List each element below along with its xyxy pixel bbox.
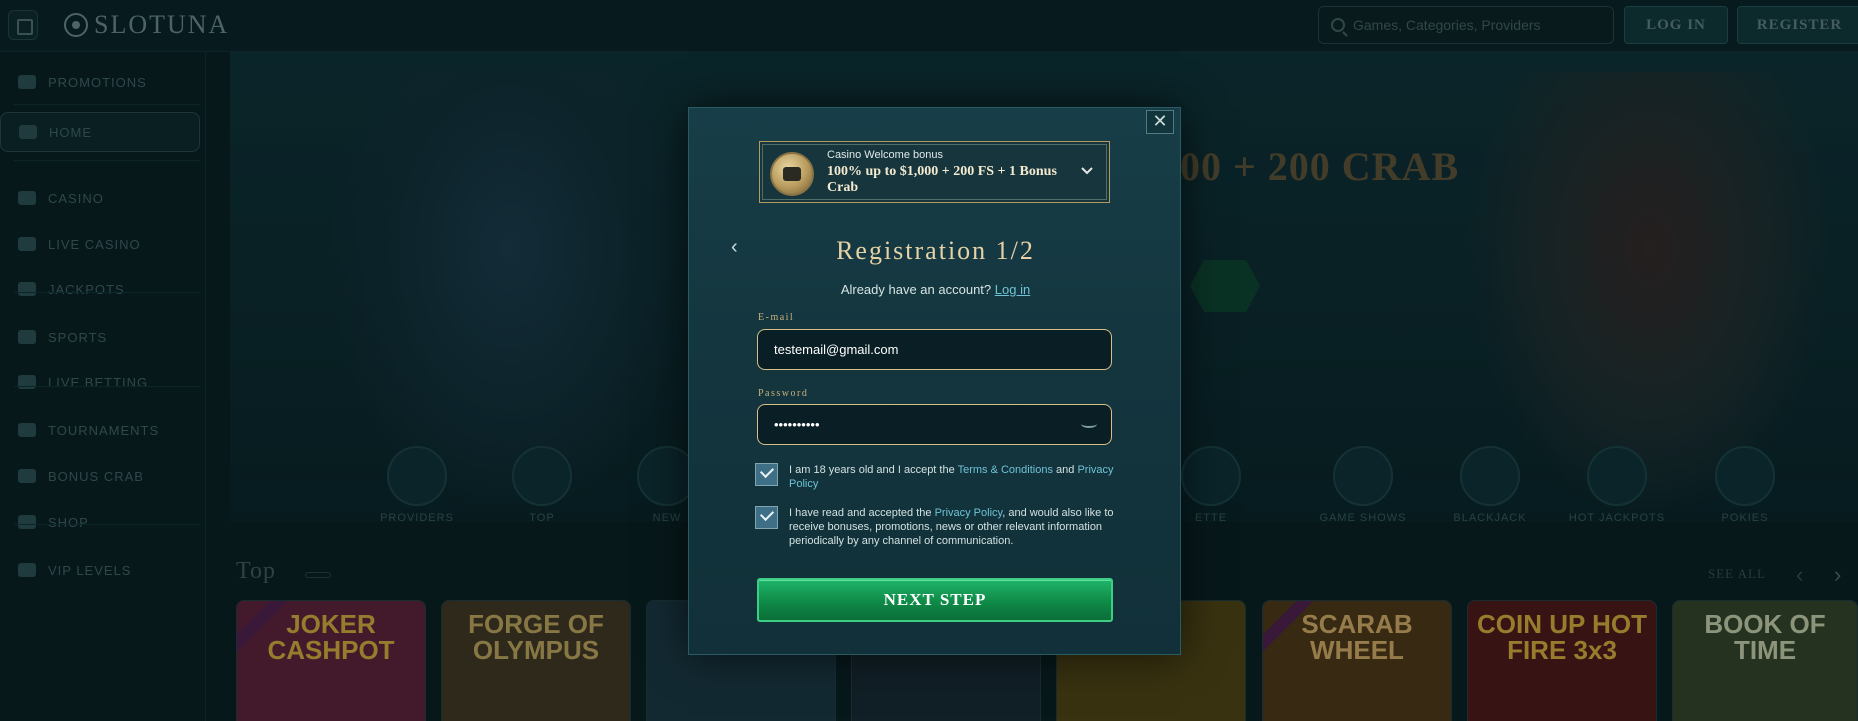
age-terms-text: I am 18 years old and I accept the Terms…: [789, 463, 1119, 491]
consent-text: and: [1056, 464, 1075, 476]
bonus-text: 100% up to $1,000 + 200 FS + 1 Bonus Cra…: [827, 164, 1057, 195]
bonus-selector[interactable]: Casino Welcome bonus 100% up to $1,000 +…: [759, 141, 1110, 203]
chevron-down-icon[interactable]: [1080, 164, 1094, 178]
email-label: E-mail: [758, 312, 795, 323]
password-label: Password: [758, 388, 809, 399]
marketing-consent-text: I have read and accepted the Privacy Pol…: [789, 506, 1119, 548]
consent-text: I have read and accepted the: [789, 507, 932, 519]
email-field[interactable]: testemail@gmail.com: [757, 329, 1112, 370]
next-step-button[interactable]: NEXT STEP: [757, 578, 1113, 622]
password-field[interactable]: ••••••••••: [757, 404, 1112, 445]
consent-text: I am 18 years old and I accept the: [789, 464, 955, 476]
bonus-label: Casino Welcome bonus: [827, 149, 943, 161]
terms-link[interactable]: Terms & Conditions: [958, 464, 1053, 476]
close-icon[interactable]: ✕: [1146, 110, 1174, 134]
password-value: ••••••••••: [774, 417, 820, 432]
eye-closed-icon[interactable]: [1081, 420, 1097, 428]
registration-modal: ✕ Casino Welcome bonus 100% up to $1,000…: [688, 107, 1181, 655]
login-link[interactable]: Log in: [995, 282, 1030, 297]
have-account-row: Already have an account? Log in: [689, 282, 1182, 297]
marketing-consent-checkbox[interactable]: [755, 506, 778, 529]
modal-title: Registration 1/2: [836, 236, 1035, 265]
have-account-text: Already have an account?: [840, 282, 992, 297]
age-terms-checkbox[interactable]: [755, 463, 778, 486]
privacy-link[interactable]: Privacy Policy: [935, 507, 1003, 519]
slot-coin-icon: [770, 152, 814, 196]
